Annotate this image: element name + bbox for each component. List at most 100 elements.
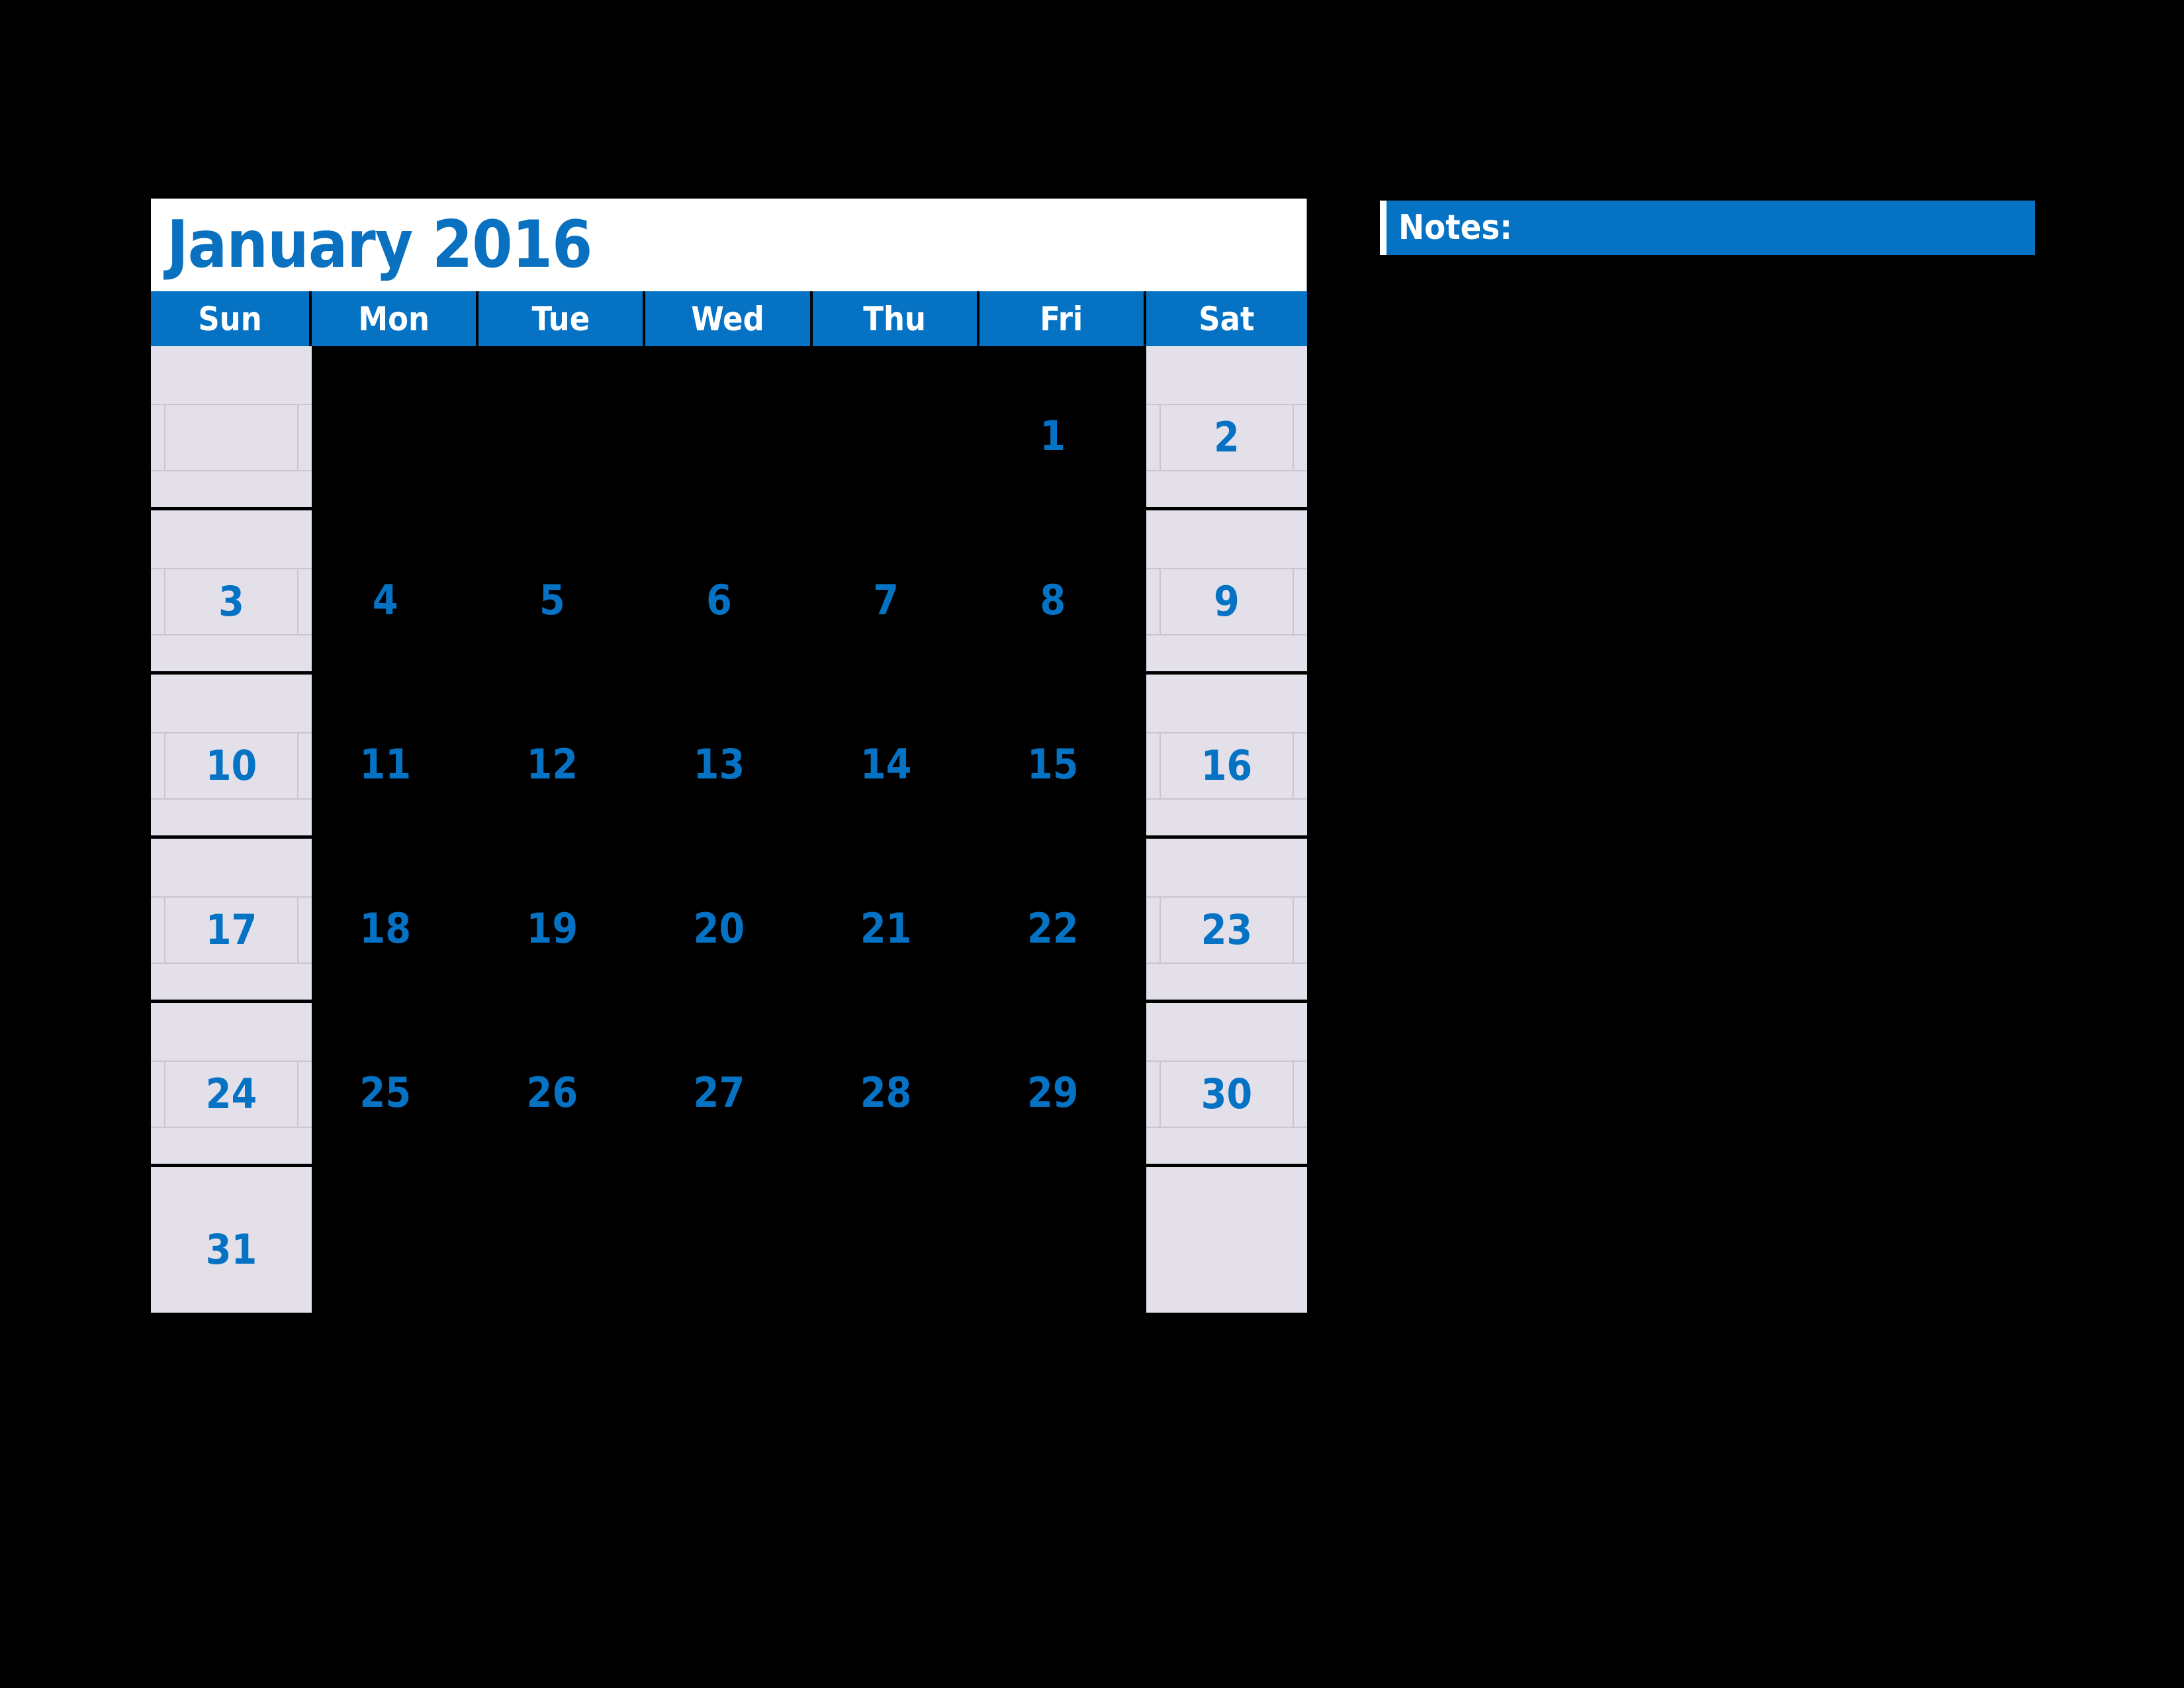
calendar-day-cell-12[interactable]: 12	[478, 675, 645, 835]
weekday-header-thu: Thu	[812, 291, 979, 346]
calendar-day-cell-empty[interactable]	[312, 346, 478, 507]
calendar-day-cell-21[interactable]: 21	[813, 839, 979, 1000]
day-cell-number-band: 21	[813, 896, 979, 961]
day-cell-bottom-band	[312, 469, 478, 507]
day-number: 19	[526, 904, 578, 953]
day-number: 30	[1201, 1070, 1253, 1119]
weekday-header-label: Tue	[531, 299, 590, 338]
day-cell-top-band	[151, 346, 312, 404]
calendar-day-cell-11[interactable]: 11	[312, 675, 478, 835]
calendar-day-cell-22[interactable]: 22	[979, 839, 1146, 1000]
day-cell-number-band	[478, 1225, 645, 1275]
weekday-header-label: Wed	[691, 299, 764, 338]
calendar-day-cell-30[interactable]: 30	[1146, 1003, 1307, 1164]
day-cell-top-band	[478, 1167, 645, 1225]
weekday-header-label: Mon	[358, 299, 430, 338]
day-cell-bottom-band	[979, 469, 1146, 507]
notes-header-bar: Notes:	[1380, 201, 2035, 255]
day-cell-bottom-band	[151, 1128, 312, 1164]
day-cell-top-band	[1146, 346, 1307, 404]
day-number: 14	[860, 740, 912, 789]
day-number: 10	[205, 741, 257, 790]
calendar-day-cell-26[interactable]: 26	[478, 1003, 645, 1164]
calendar-day-cell-18[interactable]: 18	[312, 839, 478, 1000]
day-cell-number-band	[813, 404, 979, 468]
calendar-day-cell-2[interactable]: 2	[1146, 346, 1307, 507]
calendar-day-cell-19[interactable]: 19	[478, 839, 645, 1000]
weekday-header-label: Sun	[198, 299, 262, 338]
calendar-day-cell-17[interactable]: 17	[151, 839, 312, 1000]
calendar-week-grid: 1 2 3 4 5 6 7 8 9 10 11 12 13 14 15 16 17 18 19 20 21 22 23 24 2…	[151, 346, 1307, 1393]
day-cell-bottom-band	[151, 471, 312, 507]
day-cell-number-band: 30	[1146, 1060, 1307, 1128]
calendar-day-cell-25[interactable]: 25	[312, 1003, 478, 1164]
calendar-day-cell-empty[interactable]	[979, 1167, 1146, 1313]
day-cell-number-band	[151, 404, 312, 471]
day-cell-bottom-band	[813, 1125, 979, 1164]
day-cell-top-band	[979, 1003, 1146, 1060]
calendar-week-row: 10 11 12 13 14 15 16	[151, 675, 1307, 839]
calendar-day-cell-10[interactable]: 10	[151, 675, 312, 835]
day-cell-top-band	[645, 675, 812, 732]
calendar-day-cell-31[interactable]: 31	[151, 1167, 312, 1313]
day-number: 26	[526, 1068, 578, 1117]
calendar-day-cell-4[interactable]: 4	[312, 510, 478, 671]
calendar-day-cell-empty[interactable]	[645, 346, 812, 507]
weekday-header-label: Thu	[863, 299, 927, 338]
calendar-day-cell-empty[interactable]	[312, 1167, 478, 1313]
calendar-day-cell-5[interactable]: 5	[478, 510, 645, 671]
calendar-day-cell-6[interactable]: 6	[645, 510, 812, 671]
calendar-week-row: 24 25 26 27 28 29 30	[151, 1003, 1307, 1167]
day-number: 8	[1040, 576, 1066, 625]
calendar-widget: January 2016 Sun Mon Tue Wed Thu Fri Sat 12345…	[151, 199, 1307, 1393]
calendar-day-cell-empty[interactable]	[478, 346, 645, 507]
day-cell-bottom-band	[1146, 635, 1307, 671]
day-cell-top-band	[979, 675, 1146, 732]
day-cell-bottom-band	[813, 469, 979, 507]
day-cell-top-band	[312, 1167, 478, 1225]
day-cell-top-band	[151, 1167, 312, 1225]
day-cell-number-band: 11	[312, 732, 478, 796]
day-number: 31	[205, 1225, 257, 1274]
day-cell-bottom-band	[1146, 1275, 1307, 1313]
calendar-day-cell-7[interactable]: 7	[813, 510, 979, 671]
calendar-day-cell-empty[interactable]	[813, 1167, 979, 1313]
day-cell-bottom-band	[478, 633, 645, 671]
calendar-day-cell-9[interactable]: 9	[1146, 510, 1307, 671]
calendar-day-cell-23[interactable]: 23	[1146, 839, 1307, 1000]
day-cell-bottom-band	[645, 1125, 812, 1164]
calendar-day-cell-29[interactable]: 29	[979, 1003, 1146, 1164]
calendar-day-cell-15[interactable]: 15	[979, 675, 1146, 835]
calendar-day-cell-8[interactable]: 8	[979, 510, 1146, 671]
calendar-day-cell-empty[interactable]	[151, 346, 312, 507]
day-cell-top-band	[312, 839, 478, 896]
calendar-day-cell-24[interactable]: 24	[151, 1003, 312, 1164]
day-cell-bottom-band	[645, 1275, 812, 1313]
calendar-day-cell-16[interactable]: 16	[1146, 675, 1307, 835]
day-cell-top-band	[813, 839, 979, 896]
weekday-header-tue: Tue	[478, 291, 646, 346]
day-cell-top-band	[151, 510, 312, 568]
calendar-day-cell-28[interactable]: 28	[813, 1003, 979, 1164]
notes-label: Notes:	[1398, 208, 1512, 248]
calendar-day-cell-1[interactable]: 1	[979, 346, 1146, 507]
calendar-day-cell-empty[interactable]	[1146, 1167, 1307, 1313]
notes-writing-area[interactable]	[1380, 255, 2035, 1393]
day-cell-top-band	[312, 510, 478, 568]
calendar-day-cell-14[interactable]: 14	[813, 675, 979, 835]
day-number: 9	[1214, 577, 1240, 626]
calendar-day-cell-20[interactable]: 20	[645, 839, 812, 1000]
day-cell-number-band: 8	[979, 568, 1146, 632]
calendar-day-cell-13[interactable]: 13	[645, 675, 812, 835]
weekday-header-wed: Wed	[645, 291, 813, 346]
calendar-day-cell-empty[interactable]	[645, 1167, 812, 1313]
calendar-day-cell-empty[interactable]	[478, 1167, 645, 1313]
day-cell-number-band	[1146, 1225, 1307, 1275]
day-cell-bottom-band	[813, 797, 979, 835]
calendar-day-cell-27[interactable]: 27	[645, 1003, 812, 1164]
calendar-day-cell-empty[interactable]	[813, 346, 979, 507]
calendar-day-cell-3[interactable]: 3	[151, 510, 312, 671]
day-number: 7	[873, 576, 899, 625]
day-cell-top-band	[813, 510, 979, 568]
weekday-header-row: Sun Mon Tue Wed Thu Fri Sat	[151, 291, 1307, 346]
